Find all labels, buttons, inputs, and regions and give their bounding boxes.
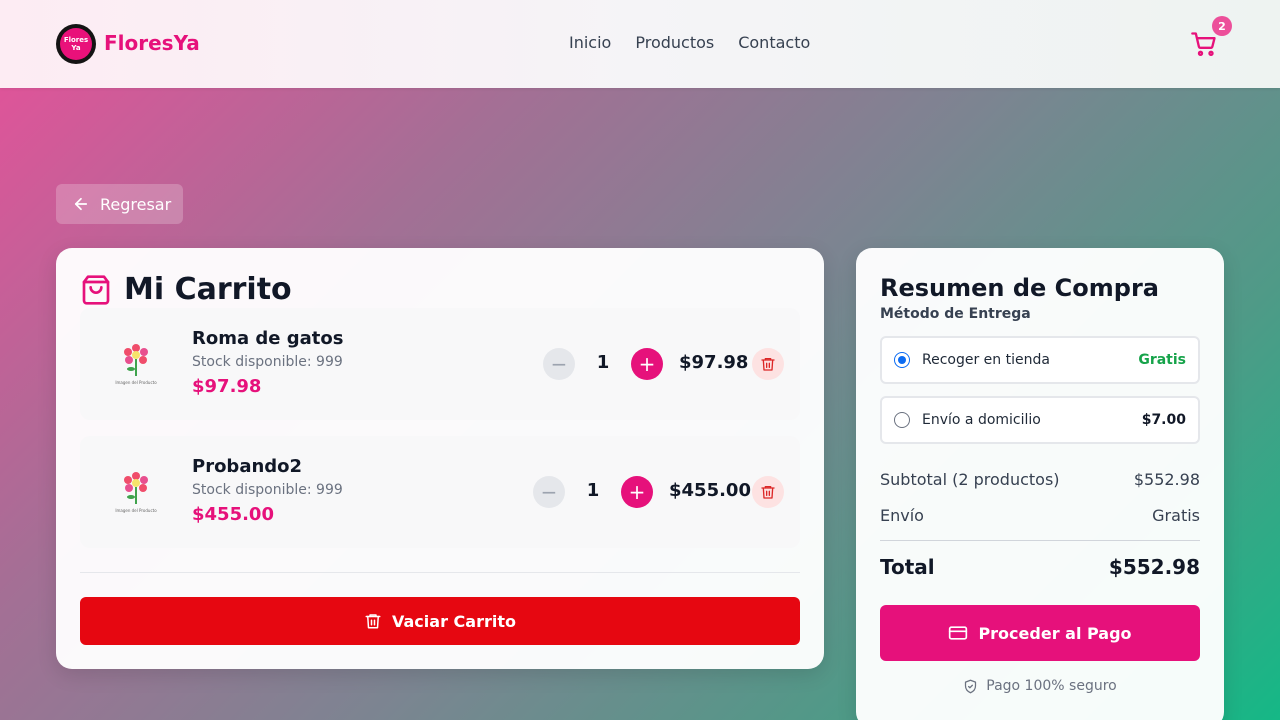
total-label: Total	[880, 555, 935, 579]
decrease-qty-button[interactable]: −	[533, 476, 565, 508]
item-name: Probando2	[192, 456, 303, 477]
subtotal-label: Subtotal (2 productos)	[880, 470, 1060, 489]
cart-title: Mi Carrito	[124, 272, 292, 307]
item-name: Roma de gatos	[192, 328, 344, 349]
item-line-total: $97.98	[679, 352, 749, 373]
item-quantity: 1	[586, 480, 600, 501]
item-price: $455.00	[192, 504, 274, 525]
flower-icon	[124, 472, 148, 504]
shipping-row: Envío Gratis	[880, 506, 1200, 525]
cart-icon	[1191, 32, 1216, 57]
product-image-caption: Imagen del Producto	[115, 380, 157, 385]
delivery-option-pickup[interactable]: Recoger en tienda Gratis	[880, 336, 1200, 384]
nav-links: Inicio Productos Contacto	[569, 33, 810, 52]
nav-link-productos[interactable]: Productos	[635, 33, 714, 52]
cart-panel: Mi Carrito Imagen del Producto Roma de g…	[56, 248, 824, 669]
cart-count-badge: 2	[1212, 16, 1232, 36]
shield-check-icon	[965, 679, 977, 693]
logo-text-line2: Ya	[71, 44, 81, 52]
delivery-option-price: Gratis	[1138, 352, 1186, 368]
remove-item-button[interactable]	[752, 348, 784, 380]
subtotal-row: Subtotal (2 productos) $552.98	[880, 470, 1200, 489]
empty-cart-button[interactable]: Vaciar Carrito	[80, 597, 800, 645]
delivery-option-price: $7.00	[1141, 412, 1186, 428]
home-delivery-radio[interactable]	[894, 412, 910, 428]
trash-icon	[761, 486, 775, 499]
increase-qty-button[interactable]: +	[631, 348, 663, 380]
logo-text-line1: Flores	[63, 36, 89, 44]
arrow-left-icon	[74, 197, 88, 211]
logo[interactable]: Flores Ya	[56, 24, 96, 64]
proceed-to-payment-button[interactable]: Proceder al Pago	[880, 605, 1200, 661]
product-image-caption: Imagen del Producto	[115, 508, 157, 513]
logo-mark: Flores Ya	[60, 28, 92, 60]
item-price: $97.98	[192, 376, 262, 397]
brand-name[interactable]: FloresYa	[104, 31, 200, 55]
divider	[80, 572, 800, 573]
remove-item-button[interactable]	[752, 476, 784, 508]
flower-icon	[124, 344, 148, 376]
credit-card-icon	[949, 626, 968, 640]
item-quantity: 1	[596, 352, 610, 373]
shipping-value: Gratis	[1152, 506, 1200, 525]
delivery-method-heading: Método de Entrega	[880, 306, 1031, 322]
cart-item: Imagen del Producto Probando2 Stock disp…	[80, 436, 800, 548]
nav-link-contacto[interactable]: Contacto	[738, 33, 810, 52]
trash-icon	[761, 358, 775, 371]
back-button-label: Regresar	[100, 194, 172, 214]
delivery-option-label: Envío a domicilio	[922, 412, 1041, 428]
nav-link-inicio[interactable]: Inicio	[569, 33, 611, 52]
proceed-to-payment-label: Proceder al Pago	[978, 623, 1132, 643]
secure-payment-note: Pago 100% seguro	[856, 678, 1224, 694]
product-image: Imagen del Producto	[100, 328, 172, 400]
shopping-bag-icon	[82, 275, 110, 305]
total-row: Total $552.98	[880, 555, 1200, 579]
item-line-total: $455.00	[669, 480, 751, 501]
trash-icon	[365, 614, 381, 629]
delivery-option-home[interactable]: Envío a domicilio $7.00	[880, 396, 1200, 444]
cart-item: Imagen del Producto Roma de gatos Stock …	[80, 308, 800, 420]
total-value: $552.98	[1108, 555, 1200, 579]
shipping-label: Envío	[880, 506, 924, 525]
pickup-radio[interactable]	[894, 352, 910, 368]
item-stock: Stock disponible: 999	[192, 354, 343, 370]
cart-button[interactable]	[1190, 30, 1218, 58]
divider	[880, 540, 1200, 541]
delivery-option-label: Recoger en tienda	[922, 352, 1050, 368]
empty-cart-label: Vaciar Carrito	[392, 611, 516, 631]
increase-qty-button[interactable]: +	[621, 476, 653, 508]
back-button[interactable]: Regresar	[56, 184, 183, 224]
product-image: Imagen del Producto	[100, 456, 172, 528]
summary-title: Resumen de Compra	[880, 274, 1159, 302]
item-stock: Stock disponible: 999	[192, 482, 343, 498]
order-summary-panel: Resumen de Compra Método de Entrega Reco…	[856, 248, 1224, 720]
decrease-qty-button[interactable]: −	[543, 348, 575, 380]
navbar: Flores Ya FloresYa Inicio Productos Cont…	[0, 0, 1280, 88]
subtotal-value: $552.98	[1133, 470, 1200, 489]
secure-payment-label: Pago 100% seguro	[986, 678, 1117, 694]
